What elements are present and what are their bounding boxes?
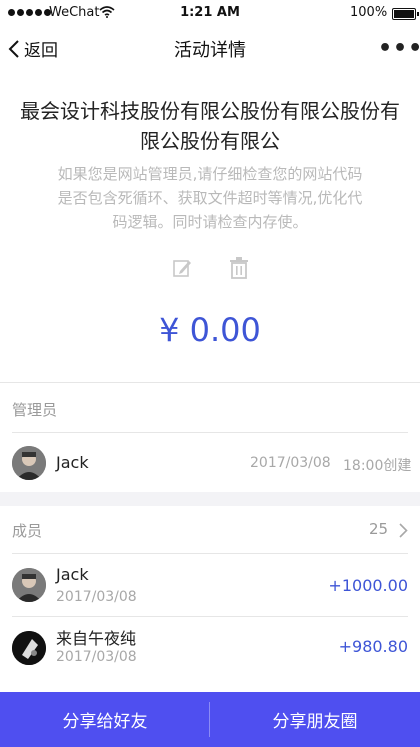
member-amount: +980.80 bbox=[338, 637, 408, 656]
edit-icon[interactable] bbox=[172, 258, 192, 278]
divider bbox=[0, 382, 420, 383]
member-name: 来自午夜纯 bbox=[56, 629, 137, 648]
avatar bbox=[12, 446, 46, 480]
member-date: 2017/03/08 bbox=[56, 649, 137, 665]
admin-section-label: 管理员 bbox=[12, 401, 58, 419]
avatar bbox=[12, 568, 46, 602]
battery-icon bbox=[392, 8, 419, 20]
member-name: Jack bbox=[56, 565, 89, 584]
member-row[interactable]: Jack 2017/03/08 +1000.00 bbox=[0, 554, 420, 616]
activity-title: 最会设计科技股份有限公股份有限公股份有限公股份有限公 bbox=[20, 99, 400, 153]
member-amount: +1000.00 bbox=[328, 576, 408, 595]
share-to-friend-button[interactable]: 分享给好友 bbox=[0, 692, 210, 747]
member-date: 2017/03/08 bbox=[56, 589, 137, 605]
total-amount: ¥ 0.00 bbox=[159, 311, 261, 349]
admin-name: Jack bbox=[56, 453, 89, 472]
activity-description: 如果您是网站管理员,请仔细检查您的网站代码是否包含死循环、获取文件超时等情况,优… bbox=[57, 165, 363, 231]
section-spacer bbox=[0, 492, 420, 506]
admin-created-time: 18:00创建 bbox=[343, 458, 412, 474]
battery-percent: 100% bbox=[350, 5, 388, 20]
members-section-label: 成员 bbox=[12, 522, 43, 540]
status-bar: WeChat 1:21 AM 100% bbox=[0, 0, 420, 26]
admin-date: 2017/03/08 bbox=[250, 455, 331, 471]
chevron-right-icon bbox=[399, 523, 408, 538]
avatar bbox=[12, 631, 46, 665]
trash-icon[interactable] bbox=[229, 257, 249, 279]
more-button[interactable]: ••• bbox=[378, 36, 420, 61]
member-row[interactable]: 来自午夜纯 2017/03/08 +980.80 bbox=[0, 617, 420, 681]
share-to-moments-button[interactable]: 分享朋友圈 bbox=[210, 692, 420, 747]
members-header[interactable]: 成员 25 bbox=[0, 506, 420, 553]
member-count: 25 bbox=[369, 520, 389, 538]
page-title: 活动详情 bbox=[174, 40, 246, 61]
bottom-action-bar: 分享给好友 分享朋友圈 bbox=[0, 692, 420, 747]
admin-row[interactable]: Jack 2017/03/08 18:00创建 bbox=[0, 433, 420, 491]
